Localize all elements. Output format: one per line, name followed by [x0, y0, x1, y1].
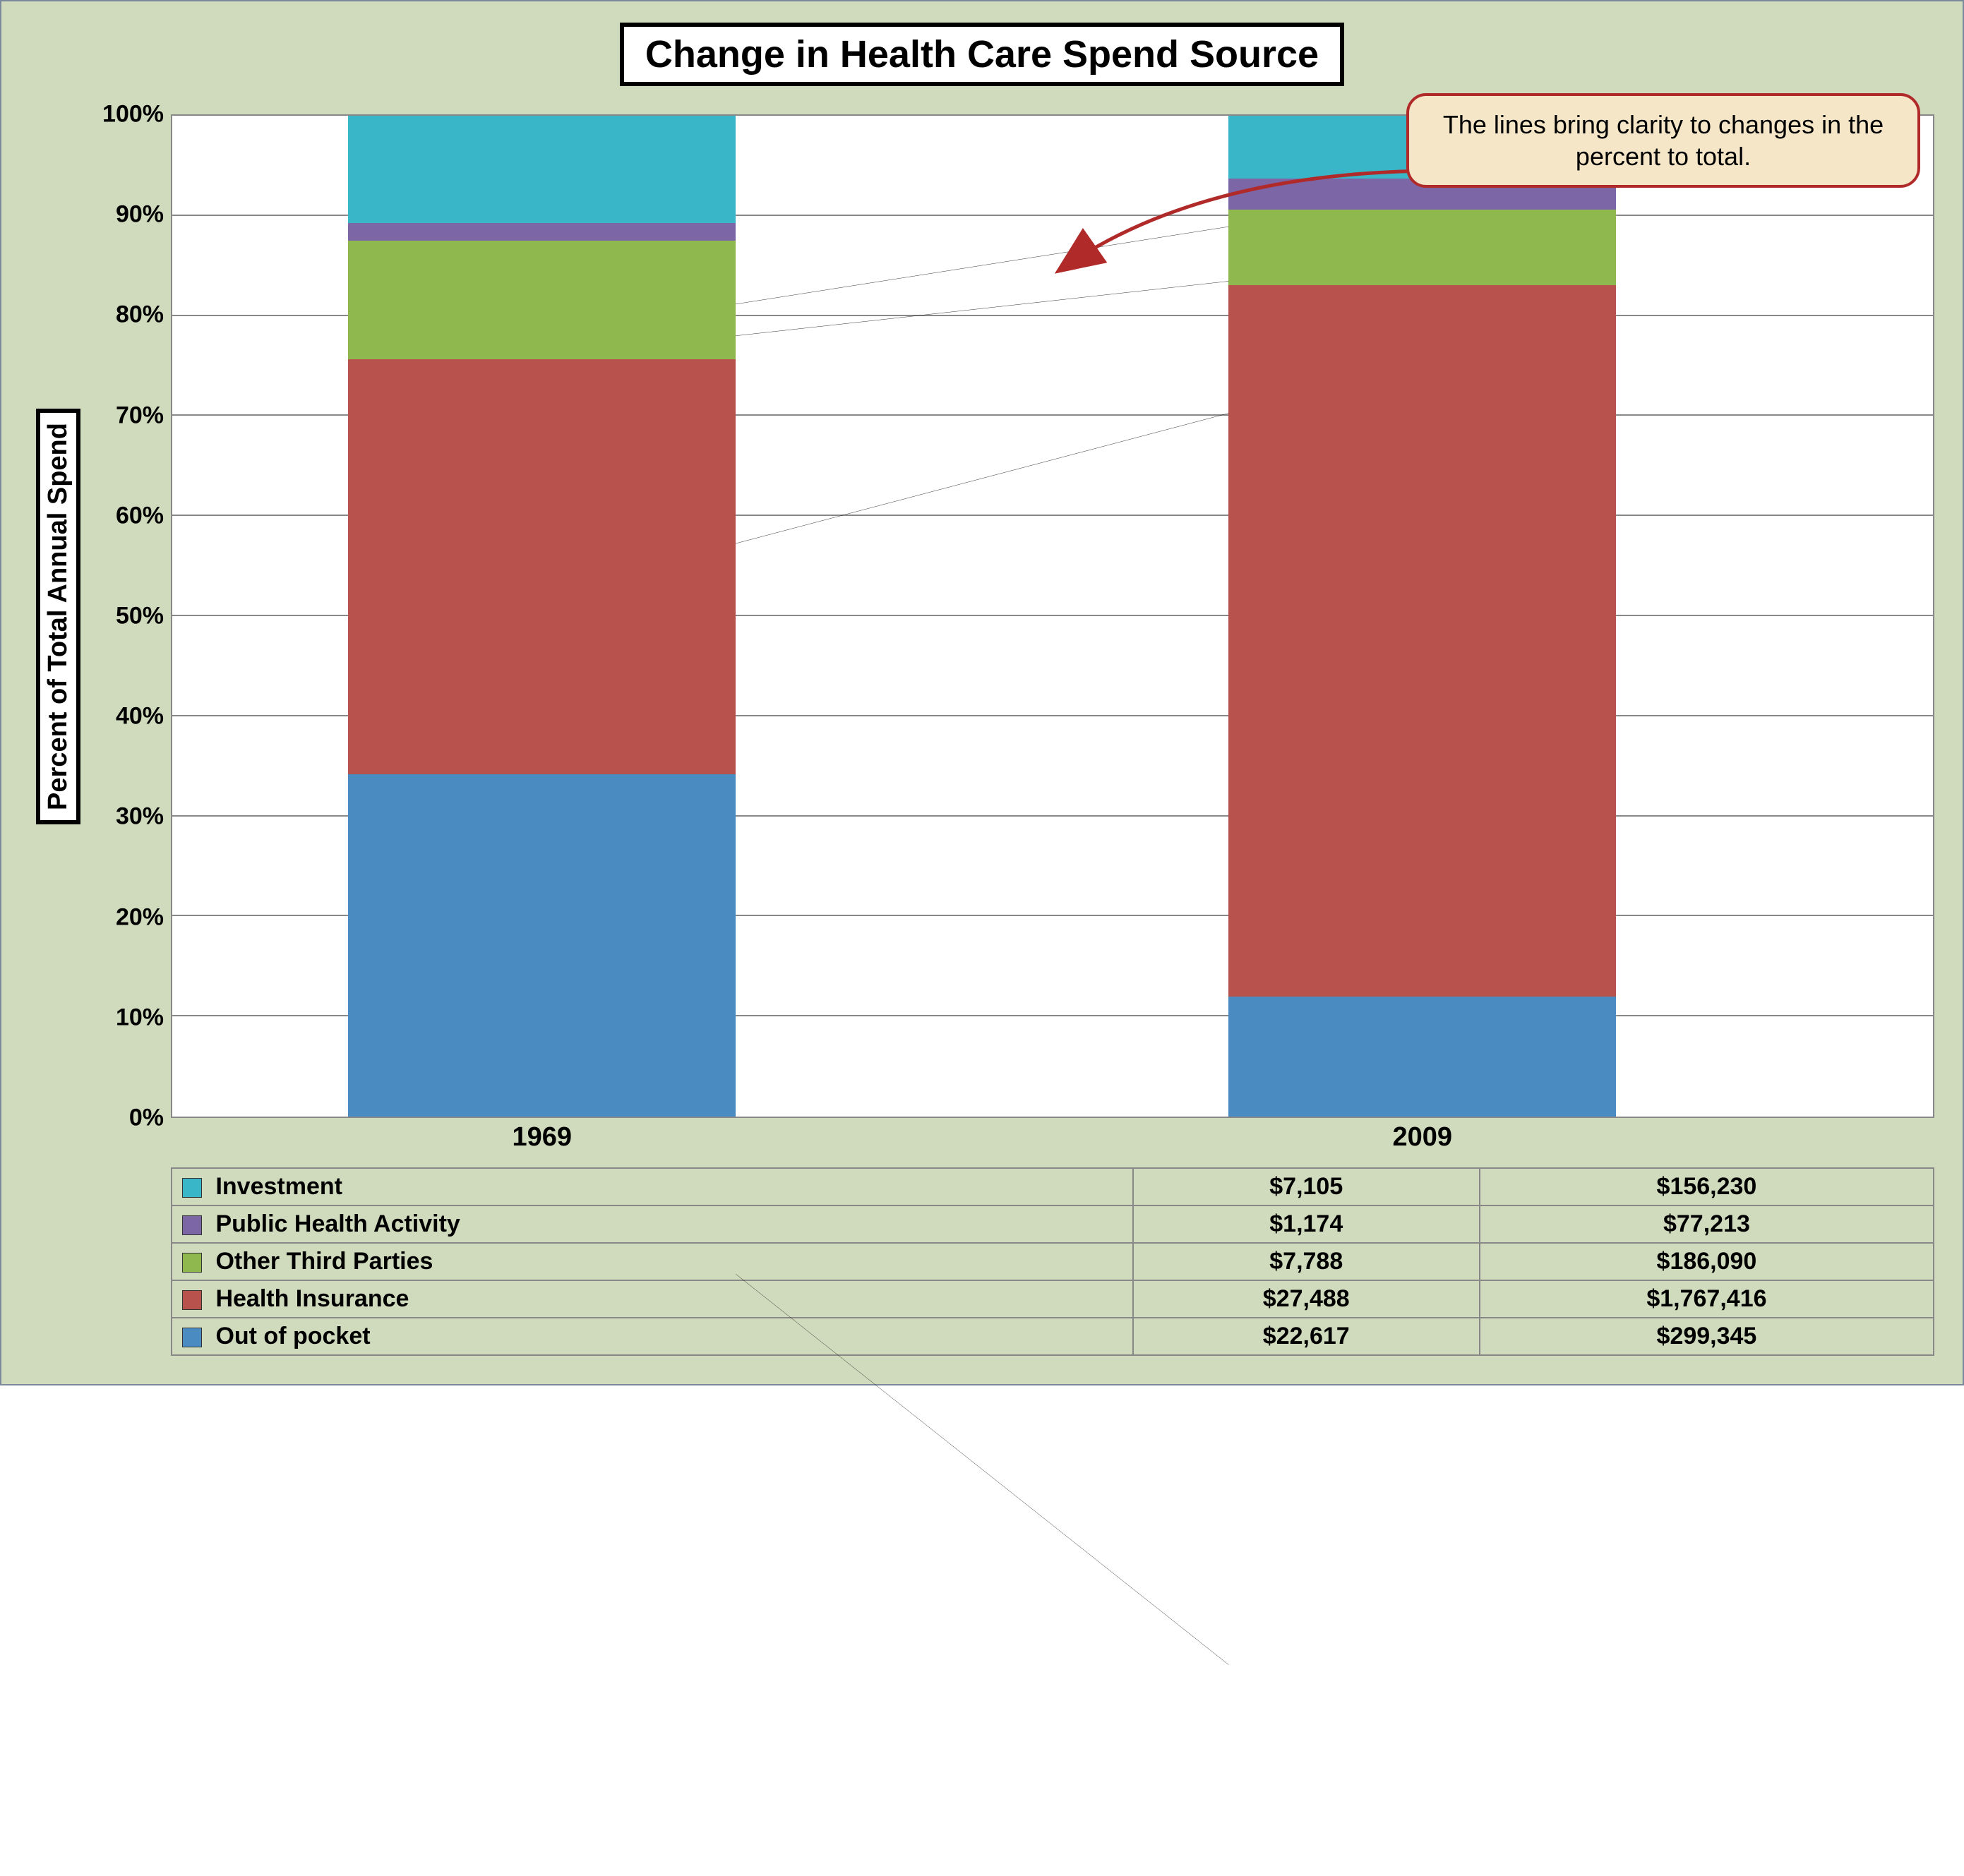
seg-health-insurance-1969: [348, 359, 736, 774]
y-tick: 50%: [116, 603, 164, 630]
legend-cell: Public Health Activity: [172, 1205, 1133, 1243]
chart-container: Change in Health Care Spend Source The l…: [0, 0, 1964, 1385]
bar-1969: 1969: [348, 116, 736, 1117]
chart-title: Change in Health Care Spend Source: [620, 23, 1344, 86]
value-cell: $186,090: [1480, 1243, 1934, 1280]
value-cell: $7,788: [1133, 1243, 1480, 1280]
y-tick: 60%: [116, 502, 164, 529]
annotation-text: The lines bring clarity to changes in th…: [1443, 110, 1884, 171]
table-row: Health Insurance $27,488 $1,767,416: [172, 1280, 1934, 1318]
swatch-icon: [182, 1215, 202, 1235]
y-tick: 0%: [129, 1105, 164, 1132]
seg-other-third-parties-1969: [348, 241, 736, 359]
y-tick: 90%: [116, 201, 164, 229]
y-axis-label: Percent of Total Annual Spend: [36, 409, 80, 824]
series-name: Other Third Parties: [215, 1248, 433, 1275]
y-tick: 100%: [102, 101, 164, 128]
seg-health-insurance-2009: [1228, 285, 1616, 997]
chart-row: Percent of Total Annual Spend 0% 10% 20%…: [30, 114, 1934, 1118]
data-table-wrap: Investment $7,105 $156,230 Public Health…: [171, 1167, 1934, 1356]
legend-cell: Investment: [172, 1168, 1133, 1205]
plot-area: 1969 2009: [171, 114, 1934, 1118]
y-tick: 70%: [116, 402, 164, 429]
series-name: Out of pocket: [215, 1323, 370, 1349]
legend-cell: Out of pocket: [172, 1318, 1133, 1355]
table-row: Public Health Activity $1,174 $77,213: [172, 1205, 1934, 1243]
y-tick: 10%: [116, 1004, 164, 1031]
seg-investment-1969: [348, 116, 736, 223]
annotation-callout: The lines bring clarity to changes in th…: [1406, 93, 1920, 188]
swatch-icon: [182, 1328, 202, 1347]
y-axis-label-wrap: Percent of Total Annual Spend: [30, 114, 86, 1118]
x-tick-1969: 1969: [348, 1117, 736, 1153]
series-name: Investment: [215, 1173, 342, 1200]
data-table: Investment $7,105 $156,230 Public Health…: [171, 1167, 1934, 1356]
y-tick: 20%: [116, 903, 164, 931]
value-cell: $7,105: [1133, 1168, 1480, 1205]
x-tick-2009: 2009: [1228, 1117, 1616, 1153]
value-cell: $1,174: [1133, 1205, 1480, 1243]
table-row: Out of pocket $22,617 $299,345: [172, 1318, 1934, 1355]
seg-public-health-activity-1969: [348, 223, 736, 241]
y-tick: 30%: [116, 803, 164, 831]
value-cell: $156,230: [1480, 1168, 1934, 1205]
swatch-icon: [182, 1290, 202, 1310]
table-row: Investment $7,105 $156,230: [172, 1168, 1934, 1205]
legend-cell: Health Insurance: [172, 1280, 1133, 1318]
swatch-icon: [182, 1253, 202, 1273]
seg-out-of-pocket-1969: [348, 774, 736, 1117]
swatch-icon: [182, 1178, 202, 1198]
y-tick: 80%: [116, 301, 164, 329]
seg-out-of-pocket-2009: [1228, 997, 1616, 1117]
title-wrap: Change in Health Care Spend Source: [30, 23, 1934, 86]
value-cell: $22,617: [1133, 1318, 1480, 1355]
value-cell: $1,767,416: [1480, 1280, 1934, 1318]
y-tick: 40%: [116, 703, 164, 730]
value-cell: $27,488: [1133, 1280, 1480, 1318]
table-row: Other Third Parties $7,788 $186,090: [172, 1243, 1934, 1280]
legend-cell: Other Third Parties: [172, 1243, 1133, 1280]
value-cell: $77,213: [1480, 1205, 1934, 1243]
bar-2009: 2009: [1228, 116, 1616, 1117]
seg-other-third-parties-2009: [1228, 210, 1616, 284]
value-cell: $299,345: [1480, 1318, 1934, 1355]
series-name: Public Health Activity: [215, 1210, 460, 1237]
y-axis-ticks: 0% 10% 20% 30% 40% 50% 60% 70% 80% 90% 1…: [86, 114, 171, 1118]
series-name: Health Insurance: [215, 1285, 409, 1312]
